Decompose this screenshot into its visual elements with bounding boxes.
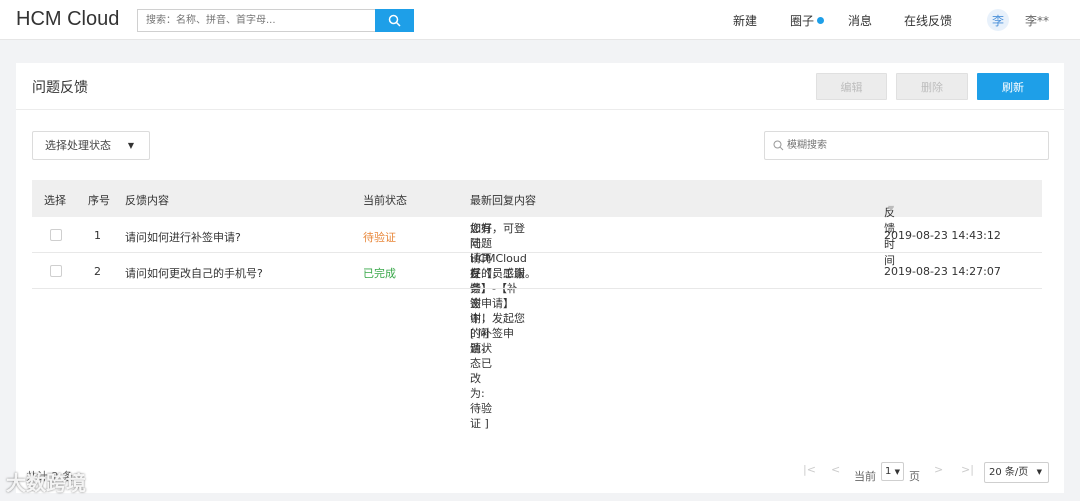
nav-messages[interactable]: 消息 — [848, 12, 872, 29]
prev-page-icon[interactable]: < — [831, 463, 840, 476]
feedback-table: 选择 序号 反馈内容 当前状态 最新回复内容 反馈时间 ▼ 1 请问如何进行补签申… — [32, 180, 1042, 430]
table-row[interactable]: 1 请问如何进行补签申请? 待验证 您好，可登陆HCMCloud在【员工服务】-… — [32, 217, 1042, 430]
status-filter-select[interactable]: 选择处理状态 ▼ — [32, 131, 150, 160]
page-number-select[interactable]: 1 ▼ — [881, 462, 904, 481]
nav-feedback[interactable]: 在线反馈 — [904, 12, 952, 29]
row-no: 2 — [94, 265, 101, 278]
nav-new[interactable]: 新建 — [733, 12, 757, 29]
current-page-label: 当前 — [854, 470, 876, 483]
watermark-text: 大数跨境 — [6, 471, 86, 495]
first-page-icon[interactable]: |< — [803, 463, 816, 476]
next-page-icon[interactable]: > — [934, 463, 943, 476]
feedback-panel: 问题反馈 编辑 删除 刷新 选择处理状态 ▼ 选择 序号 反馈内容 当前状态 最… — [16, 63, 1064, 493]
table-row[interactable]: 2 请问如何更改自己的手机号? 已完成 好的，感谢。 2019-08-23 14… — [32, 253, 1042, 289]
app-brand[interactable]: HCM Cloud — [16, 8, 119, 31]
search-button[interactable] — [375, 9, 414, 32]
search-icon — [388, 14, 401, 27]
page-title: 问题反馈 — [32, 80, 88, 96]
refresh-button[interactable]: 刷新 — [977, 73, 1049, 100]
caret-down-icon: ▼ — [894, 468, 900, 476]
row-content: 请问如何更改自己的手机号? — [125, 267, 263, 280]
search-icon — [773, 140, 784, 151]
fuzzy-search-input[interactable] — [787, 135, 1042, 156]
header-content: 反馈内容 — [125, 194, 169, 207]
row-time: 2019-08-23 14:27:07 — [884, 265, 1001, 278]
row-checkbox[interactable] — [50, 229, 62, 241]
row-time: 2019-08-23 14:43:12 — [884, 229, 1001, 242]
page-number-value: 1 — [885, 466, 892, 477]
panel-header: 问题反馈 编辑 删除 刷新 — [16, 63, 1064, 110]
page-size-select[interactable]: 20 条/页 ▼ — [984, 462, 1049, 483]
edit-button[interactable]: 编辑 — [816, 73, 887, 100]
page-size-value: 20 条/页 — [989, 467, 1029, 478]
sort-icon[interactable]: ▼ — [888, 204, 894, 213]
header-no: 序号 — [88, 194, 110, 207]
avatar[interactable]: 李 — [987, 9, 1009, 31]
page-unit-label: 页 — [909, 470, 920, 483]
global-search — [137, 9, 414, 32]
delete-button[interactable]: 删除 — [896, 73, 968, 100]
status-filter-label: 选择处理状态 — [45, 139, 111, 152]
header-status: 当前状态 — [363, 194, 407, 207]
fuzzy-search — [764, 131, 1049, 160]
notification-dot-icon — [817, 17, 825, 24]
caret-down-icon: ▼ — [127, 141, 134, 150]
watermark-logo: 大数跨境 — [6, 467, 86, 496]
table-header: 选择 序号 反馈内容 当前状态 最新回复内容 反馈时间 ▼ — [32, 180, 1042, 267]
header-reply: 最新回复内容 — [470, 194, 536, 207]
caret-down-icon: ▼ — [1036, 468, 1042, 476]
row-no: 1 — [94, 229, 101, 242]
header-select: 选择 — [44, 194, 66, 207]
search-input[interactable] — [138, 10, 376, 31]
last-page-icon[interactable]: >| — [961, 463, 974, 476]
nav-circle[interactable]: 圈子 — [790, 12, 825, 29]
row-reply: 好的，感谢。 — [470, 267, 536, 280]
status-badge: 已完成 — [363, 267, 396, 280]
nav-circle-label: 圈子 — [790, 14, 815, 28]
row-content: 请问如何进行补签申请? — [125, 231, 241, 244]
top-bar: HCM Cloud 新建 圈子 消息 在线反馈 李 李** — [0, 0, 1080, 40]
status-badge: 待验证 — [363, 231, 396, 244]
row-checkbox[interactable] — [50, 265, 62, 277]
user-name[interactable]: 李** — [1025, 12, 1049, 29]
